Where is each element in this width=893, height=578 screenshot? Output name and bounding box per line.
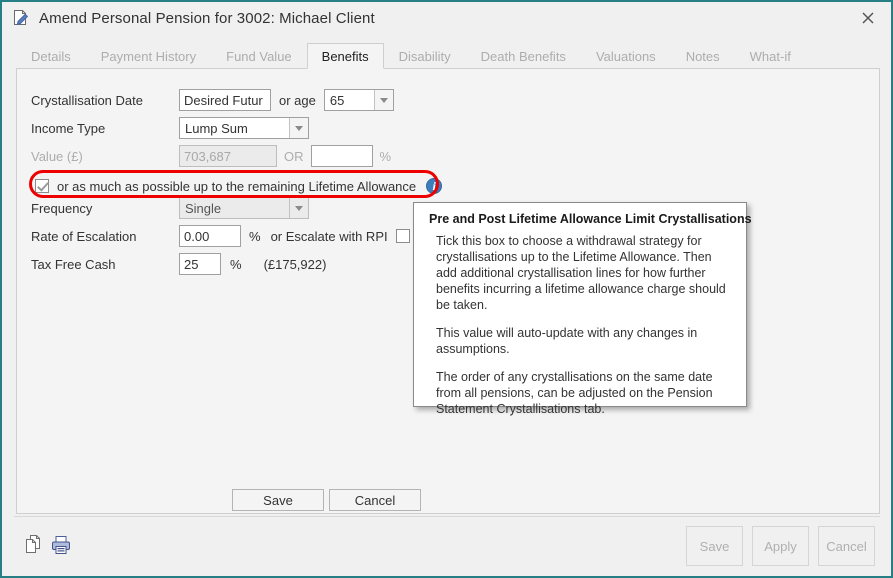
rate-of-escalation-label: Rate of Escalation (31, 228, 137, 244)
benefits-panel: Crystallisation Date or age 65 Income Ty… (16, 68, 880, 514)
info-icon[interactable]: i (426, 178, 443, 194)
or-age-label: or age (279, 92, 316, 108)
crystallisation-date-input[interactable] (179, 89, 271, 111)
tab-details[interactable]: Details (16, 43, 86, 69)
rpi-checkbox[interactable] (395, 229, 410, 243)
tab-what-if[interactable]: What-if (735, 43, 806, 69)
rpi-label: or Escalate with RPI (270, 228, 388, 244)
crystallisation-date-label: Crystallisation Date (31, 92, 143, 108)
age-value: 65 (329, 92, 345, 108)
tab-death-benefits[interactable]: Death Benefits (466, 43, 581, 69)
frequency-label: Frequency (31, 200, 93, 216)
row-value: Value (£) OR % (31, 145, 391, 167)
row-frequency: Frequency Single (31, 197, 309, 219)
footer-apply-button[interactable]: Apply (752, 526, 809, 566)
rate-percent-symbol: % (249, 228, 261, 244)
row-income-type: Income Type Lump Sum (31, 117, 309, 139)
row-crystallisation-date: Crystallisation Date or age 65 (31, 89, 394, 111)
tax-free-cash-amount: (£175,922) (263, 256, 327, 272)
tfc-percent-symbol: % (230, 256, 242, 272)
document-edit-icon (12, 9, 30, 27)
info-tooltip: Pre and Post Lifetime Allowance Limit Cr… (413, 202, 752, 416)
row-lta-checkbox: or as much as possible up to the remaini… (35, 175, 443, 197)
row-tax-free-cash: Tax Free Cash % (£175,922) (31, 253, 326, 275)
amend-personal-pension-window: Amend Personal Pension for 3002: Michael… (0, 0, 893, 578)
frequency-dropdown: Single (179, 197, 309, 219)
tab-disability[interactable]: Disability (384, 43, 466, 69)
tooltip-paragraph-2: This value will auto-update with any cha… (436, 326, 698, 356)
tab-valuations[interactable]: Valuations (581, 43, 671, 69)
rate-of-escalation-input[interactable] (179, 225, 241, 247)
print-icon[interactable] (50, 534, 72, 556)
value-input (179, 145, 277, 167)
income-type-dropdown[interactable]: Lump Sum (179, 117, 309, 139)
tax-free-cash-label: Tax Free Cash (31, 256, 116, 272)
cancel-button[interactable]: Cancel (329, 489, 421, 511)
tab-fund-value[interactable]: Fund Value (211, 43, 307, 69)
or-label: OR (284, 148, 304, 164)
tooltip-title: Pre and Post Lifetime Allowance Limit Cr… (429, 212, 752, 226)
close-icon[interactable] (845, 2, 891, 34)
window-title: Amend Personal Pension for 3002: Michael… (39, 9, 375, 27)
lta-checkbox[interactable] (35, 179, 49, 193)
value-label: Value (£) (31, 148, 83, 164)
value-percent-input[interactable] (310, 145, 373, 167)
income-type-label: Income Type (31, 120, 106, 136)
income-type-value: Lump Sum (185, 120, 248, 136)
save-button[interactable]: Save (232, 489, 324, 511)
frequency-value: Single (185, 200, 222, 216)
lta-checkbox-label: or as much as possible up to the remaini… (57, 178, 417, 194)
tooltip-paragraph-1: Tick this box to choose a withdrawal str… (436, 234, 726, 312)
tax-free-cash-input[interactable] (179, 253, 221, 275)
footer-bar: Save Apply Cancel (2, 516, 891, 576)
chevron-down-icon (289, 198, 308, 218)
copy-icon[interactable] (24, 534, 44, 556)
chevron-down-icon (373, 90, 393, 110)
tab-payment-history[interactable]: Payment History (86, 43, 211, 69)
footer-divider (14, 516, 880, 517)
chevron-down-icon (289, 118, 308, 138)
tab-benefits[interactable]: Benefits (306, 43, 384, 69)
tooltip-paragraph-3: The order of any crystallisations on the… (436, 370, 713, 416)
tab-strip: Details Payment History Fund Value Benef… (16, 42, 880, 69)
title-bar: Amend Personal Pension for 3002: Michael… (2, 2, 891, 34)
age-dropdown[interactable]: 65 (323, 89, 394, 111)
row-rate-of-escalation: Rate of Escalation % or Escalate with RP… (31, 225, 410, 247)
percent-symbol: % (379, 148, 392, 164)
footer-cancel-button[interactable]: Cancel (818, 526, 875, 566)
tab-notes[interactable]: Notes (671, 43, 735, 69)
footer-save-button[interactable]: Save (686, 526, 743, 566)
